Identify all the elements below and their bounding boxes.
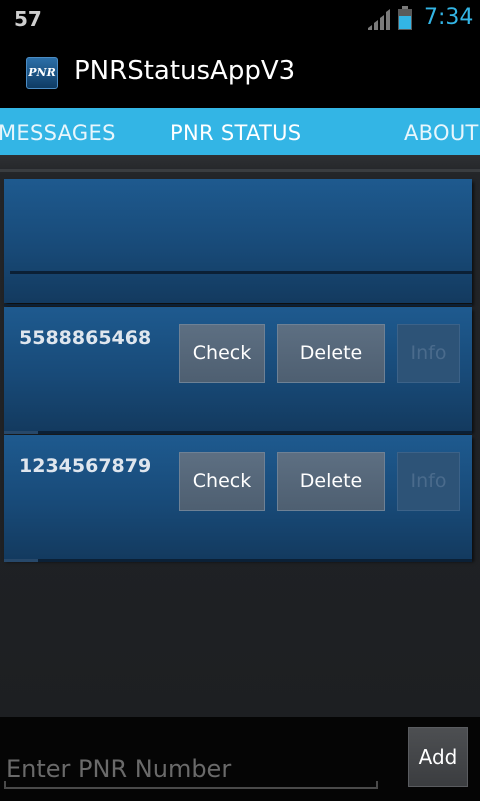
divider — [4, 559, 38, 562]
tab-bar: MESSAGES PNR STATUS ABOUT — [0, 108, 480, 155]
divider — [10, 271, 472, 274]
pnr-list-panel: 5588865468 Check Delete Info 1234567879 … — [0, 155, 480, 717]
action-bar: PNR PNRStatusAppV3 — [0, 38, 480, 108]
pnr-number: 1234567879 — [19, 455, 152, 477]
app-logo-icon[interactable]: PNR — [26, 57, 58, 89]
input-bar: Add — [0, 717, 480, 801]
check-button[interactable]: Check — [179, 452, 265, 511]
tab-messages[interactable]: MESSAGES — [0, 121, 116, 145]
divider — [38, 559, 472, 562]
pnr-number: 5588865468 — [19, 327, 152, 349]
header-card — [4, 179, 472, 306]
list-item: 5588865468 Check Delete Info — [4, 307, 472, 434]
input-underline — [4, 781, 378, 789]
app-title: PNRStatusAppV3 — [74, 56, 296, 86]
divider — [4, 304, 472, 306]
divider — [38, 431, 472, 434]
signal-bars-icon — [368, 9, 390, 30]
clock: 7:34 — [424, 5, 474, 30]
battery-icon — [398, 6, 412, 30]
tab-pnr-status[interactable]: PNR STATUS — [170, 121, 301, 145]
tab-about[interactable]: ABOUT — [404, 121, 479, 145]
notification-count: 57 — [14, 7, 42, 31]
check-button[interactable]: Check — [179, 324, 265, 383]
delete-button[interactable]: Delete — [277, 452, 385, 511]
divider — [0, 169, 480, 172]
list-item: 1234567879 Check Delete Info — [4, 435, 472, 562]
divider — [4, 431, 38, 434]
info-button[interactable]: Info — [397, 324, 460, 383]
add-button[interactable]: Add — [408, 727, 468, 787]
delete-button[interactable]: Delete — [277, 324, 385, 383]
status-bar: 57 7:34 — [0, 0, 480, 38]
pnr-input[interactable] — [6, 749, 378, 789]
info-button[interactable]: Info — [397, 452, 460, 511]
